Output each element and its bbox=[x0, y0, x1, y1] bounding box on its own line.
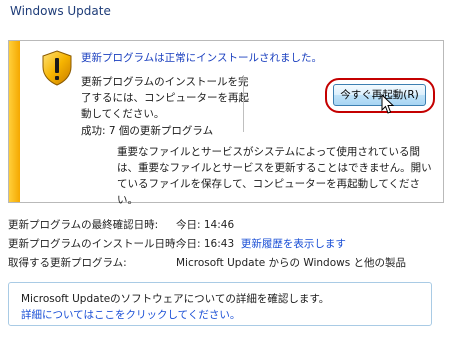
info-row-installed: 更新プログラムのインストール日時: 今日: 16:43 更新履歴を表示します bbox=[8, 235, 444, 254]
info-value: Microsoft Update からの Windows と他の製品 bbox=[176, 257, 407, 269]
mouse-cursor-icon bbox=[381, 94, 395, 114]
info-label: 取得する更新プログラム: bbox=[8, 257, 127, 269]
update-status-panel: 更新プログラムは正常にインストールされました。 更新プログラムのインストールを完… bbox=[8, 40, 444, 206]
warning-shield-icon bbox=[42, 50, 72, 86]
microsoft-update-info-box: Microsoft Updateのソフトウェアについての詳細を確認します。 詳細… bbox=[8, 282, 432, 326]
restart-instruction: 更新プログラムのインストールを完了するには、コンピューターを再起動してください。 bbox=[81, 76, 249, 120]
success-count: 成功: 7 個の更新プログラム bbox=[81, 125, 214, 137]
view-history-link[interactable]: 更新履歴を表示します bbox=[241, 238, 346, 250]
status-stripe bbox=[9, 41, 20, 202]
info-label: 更新プログラムの最終確認日時: bbox=[8, 219, 159, 231]
info-value: 今日: 16:43 更新履歴を表示します bbox=[176, 235, 346, 254]
status-heading: 更新プログラムは正常にインストールされました。 bbox=[81, 52, 322, 64]
info-value-text: 今日: 16:43 bbox=[176, 238, 235, 250]
page-title: Windows Update bbox=[10, 4, 111, 18]
update-info-list: 更新プログラムの最終確認日時: 今日: 14:46 更新プログラムのインストール… bbox=[8, 216, 444, 273]
vertical-divider bbox=[243, 75, 244, 132]
info-value: 今日: 14:46 bbox=[176, 219, 235, 231]
info-row-last-check: 更新プログラムの最終確認日時: 今日: 14:46 bbox=[8, 216, 444, 235]
windows-update-page: Windows Update 更新プログラムは正常にインストールされました。 更… bbox=[0, 0, 450, 344]
info-row-source: 取得する更新プログラム: Microsoft Update からの Window… bbox=[8, 254, 444, 273]
restart-now-button[interactable]: 今すぐ再起動(R) bbox=[333, 84, 426, 106]
info-label: 更新プログラムのインストール日時: bbox=[8, 238, 180, 250]
restart-warning-text: 重要なファイルとサービスがシステムによって使用されている間は、重要なファイルとサ… bbox=[117, 146, 432, 206]
info-box-text: Microsoft Updateのソフトウェアについての詳細を確認します。 bbox=[21, 293, 330, 305]
details-link[interactable]: 詳細についてはここをクリックしてください。 bbox=[21, 307, 240, 322]
